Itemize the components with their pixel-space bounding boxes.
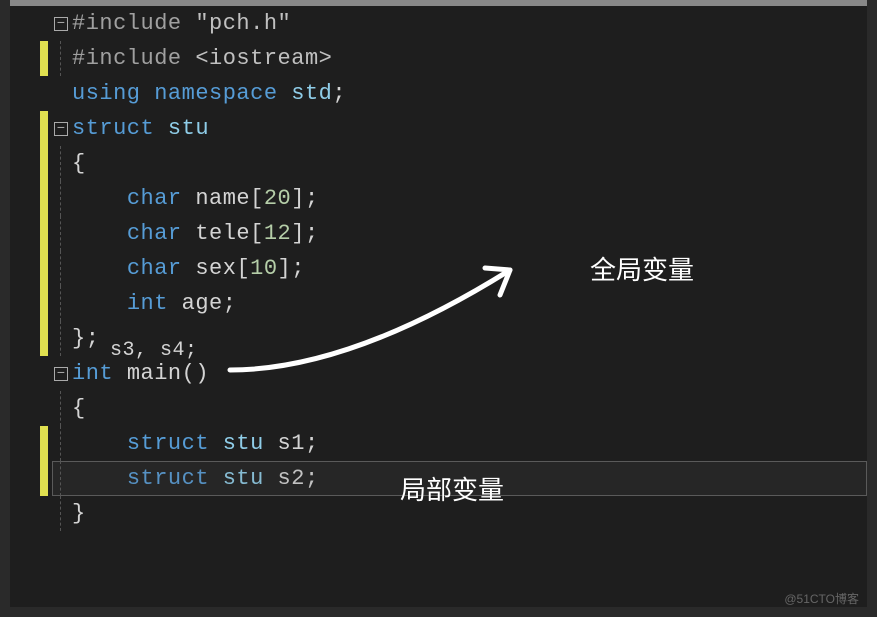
indent-guide: [60, 496, 61, 531]
identifier: s2: [278, 466, 305, 491]
change-marker: [40, 426, 48, 461]
identifier: s1: [278, 431, 305, 456]
bracket: ];: [291, 186, 318, 211]
bracket: ];: [278, 256, 305, 281]
code-line[interactable]: − #include "pch.h": [10, 6, 867, 41]
change-marker: [40, 461, 48, 496]
keyword: struct: [127, 466, 223, 491]
bracket: [: [250, 186, 264, 211]
brace: }: [72, 501, 86, 526]
indent-guide: [60, 146, 61, 181]
type: int: [72, 361, 127, 386]
code-editor[interactable]: − #include "pch.h" #include <iostream> u…: [10, 0, 867, 607]
change-marker: [40, 146, 48, 181]
brace: };: [72, 326, 99, 351]
code-line[interactable]: using namespace std;: [10, 76, 867, 111]
number: 20: [264, 186, 291, 211]
identifier: stu: [168, 116, 209, 141]
type: char: [127, 221, 196, 246]
indent-guide: [60, 426, 61, 461]
code-line[interactable]: int age;: [10, 286, 867, 321]
indent-guide: [60, 181, 61, 216]
string: "pch.h": [195, 11, 291, 36]
code-line[interactable]: − int main(): [10, 356, 867, 391]
keyword: struct: [72, 116, 168, 141]
identifier: tele: [195, 221, 250, 246]
number: 12: [264, 221, 291, 246]
code-line[interactable]: #include <iostream>: [10, 41, 867, 76]
indent-guide: [60, 286, 61, 321]
change-marker: [40, 321, 48, 356]
punct: ;: [332, 81, 346, 106]
change-marker: [40, 181, 48, 216]
code-line[interactable]: {: [10, 146, 867, 181]
indent-guide: [60, 41, 61, 76]
fold-icon[interactable]: −: [54, 122, 68, 136]
indent-guide: [60, 251, 61, 286]
type: int: [127, 291, 182, 316]
fold-icon[interactable]: −: [54, 367, 68, 381]
brace: {: [72, 396, 86, 421]
code-line[interactable]: char sex[10];: [10, 251, 867, 286]
include-angle: <iostream>: [195, 46, 332, 71]
indent-guide: [60, 321, 61, 356]
identifier: main: [127, 361, 182, 386]
type: char: [127, 186, 196, 211]
identifier: std: [291, 81, 332, 106]
code-line[interactable]: }; s3, s4;: [10, 321, 867, 356]
keyword: namespace: [154, 81, 291, 106]
identifier: sex: [195, 256, 236, 281]
change-marker: [40, 111, 48, 146]
type: char: [127, 256, 196, 281]
change-marker: [40, 216, 48, 251]
change-marker: [40, 251, 48, 286]
bracket: [: [250, 221, 264, 246]
identifier: age: [182, 291, 223, 316]
number: 10: [250, 256, 277, 281]
type: stu: [223, 466, 278, 491]
indent-guide: [60, 461, 61, 496]
punct: ;: [223, 291, 237, 316]
preproc: #include: [72, 46, 195, 71]
code-line[interactable]: char name[20];: [10, 181, 867, 216]
fold-icon[interactable]: −: [54, 17, 68, 31]
indent-guide: [60, 216, 61, 251]
punct: ;: [305, 466, 319, 491]
code-line[interactable]: struct stu s2;: [10, 461, 867, 496]
brace: {: [72, 151, 86, 176]
indent-guide: [60, 391, 61, 426]
type: stu: [223, 431, 278, 456]
bracket: ];: [291, 221, 318, 246]
identifier: name: [195, 186, 250, 211]
code-line[interactable]: struct stu s1;: [10, 426, 867, 461]
change-marker: [40, 286, 48, 321]
keyword: using: [72, 81, 154, 106]
watermark: @51CTO博客: [784, 590, 859, 607]
paren: (): [182, 361, 209, 386]
code-line[interactable]: }: [10, 496, 867, 531]
bracket: [: [236, 256, 250, 281]
code-line[interactable]: − struct stu: [10, 111, 867, 146]
punct: ;: [305, 431, 319, 456]
change-marker: [40, 41, 48, 76]
code-line[interactable]: {: [10, 391, 867, 426]
code-line[interactable]: char tele[12];: [10, 216, 867, 251]
keyword: struct: [127, 431, 223, 456]
preproc: #include: [72, 11, 195, 36]
